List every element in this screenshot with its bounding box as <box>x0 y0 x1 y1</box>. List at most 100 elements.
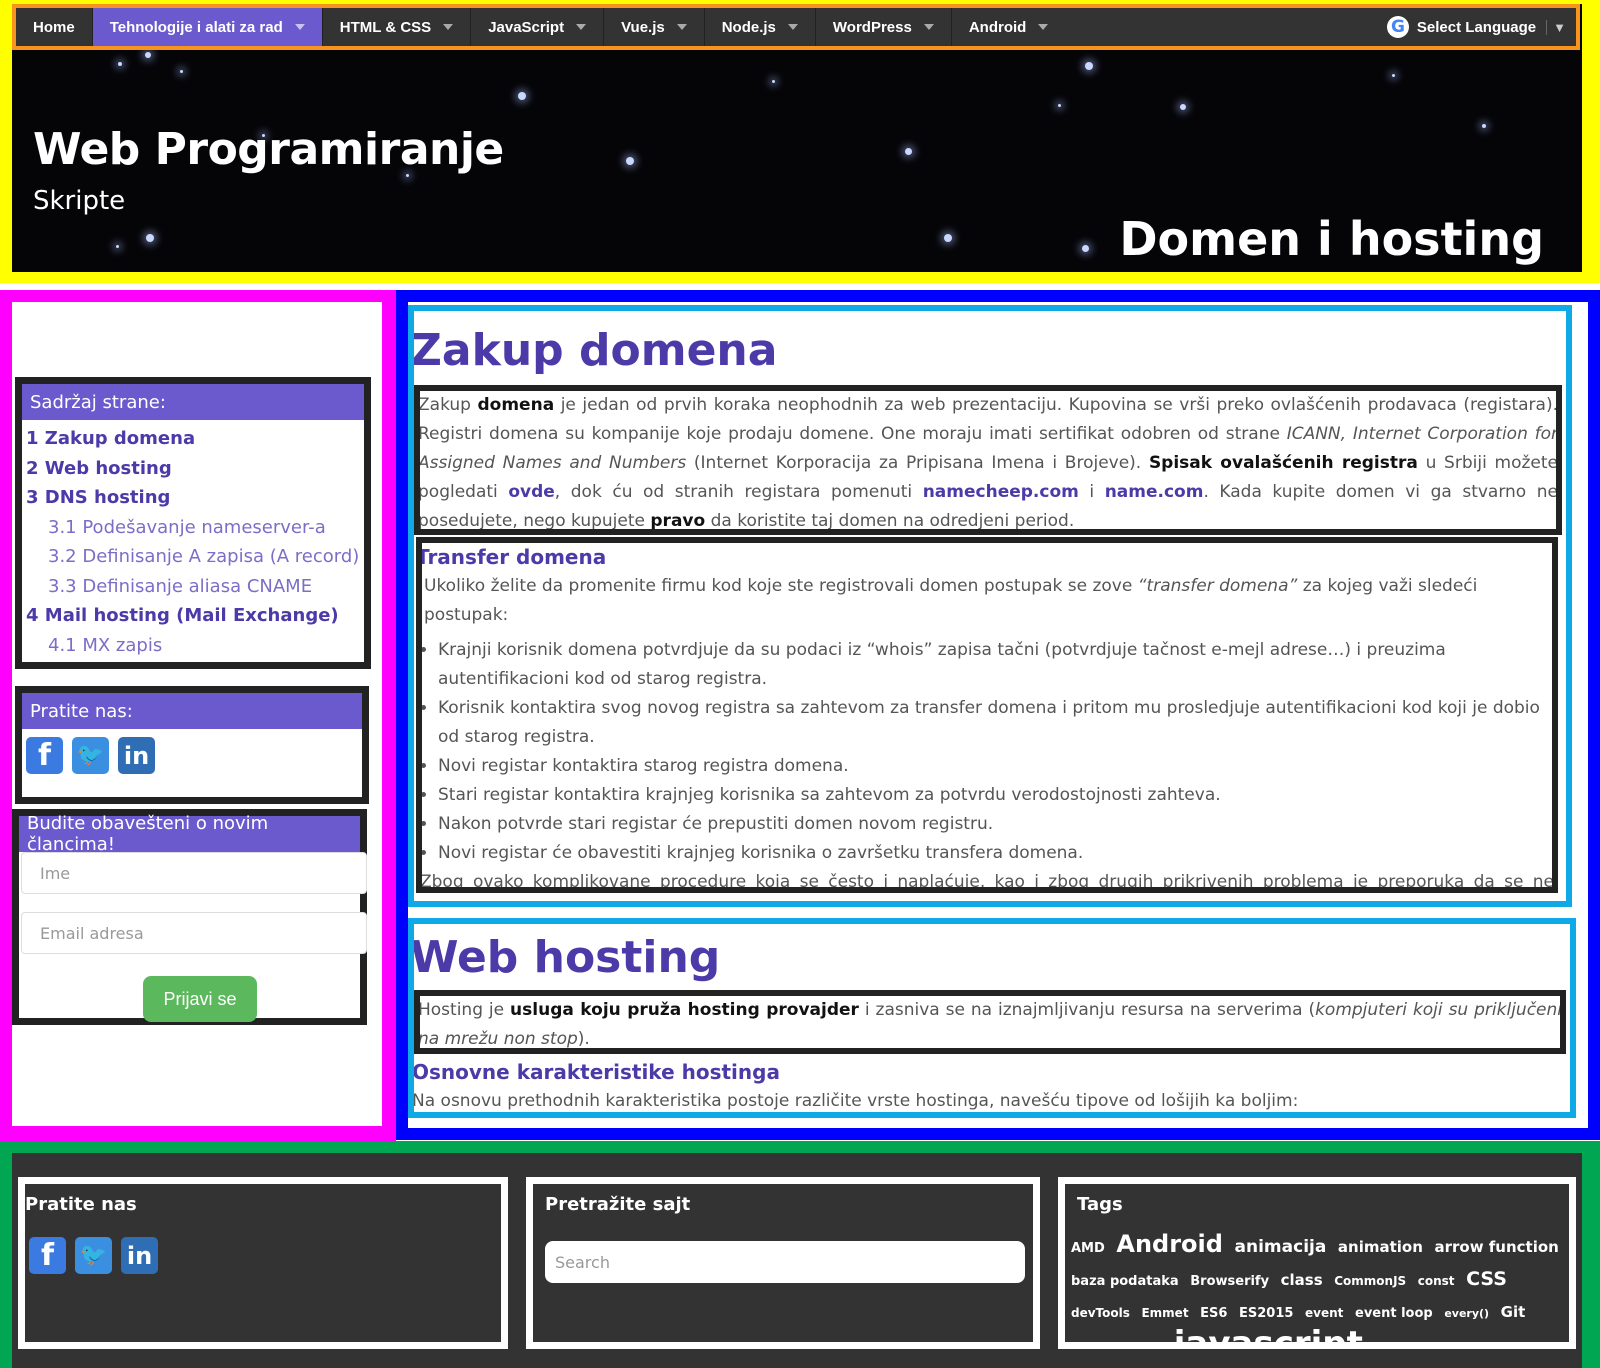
footer-follow-title: Pratite nas <box>25 1194 137 1215</box>
tag-link[interactable]: event loop <box>1355 1306 1433 1321</box>
name-input[interactable]: Ime <box>21 852 367 894</box>
toc-link[interactable]: 3 DNS hosting <box>22 483 364 513</box>
sidebar: Sadržaj strane: 1 Zakup domena 2 Web hos… <box>12 302 382 1126</box>
toc-link[interactable]: 3.2 Definisanje A zapisa (A record) <box>22 542 364 572</box>
nav-item-nodejs[interactable]: Node.js <box>705 8 816 46</box>
transfer-steps-list: Krajnji korisnik domena potvrdjuje da su… <box>422 636 1552 868</box>
footer-search-title: Pretražite sajt <box>545 1194 691 1215</box>
nav-item-javascript[interactable]: JavaScript <box>471 8 605 46</box>
newsletter-widget: Budite obavešteni o novim člancima! Ime … <box>12 809 367 1025</box>
language-label: Select Language <box>1416 18 1537 36</box>
tag-link[interactable]: Grunt <box>1071 1344 1113 1349</box>
chevron-down-icon <box>787 24 798 30</box>
toc-widget: Sadržaj strane: 1 Zakup domena 2 Web hos… <box>15 377 371 669</box>
page-heading: Domen i hosting <box>1119 212 1544 266</box>
tag-link[interactable]: Browserify <box>1190 1274 1269 1289</box>
nav-item-html-css[interactable]: HTML & CSS <box>323 8 472 46</box>
tag-link[interactable]: Heap <box>1124 1344 1162 1349</box>
language-selector[interactable]: G Select Language ▼ <box>1386 8 1576 46</box>
site-footer: Pratite nas f 🐦 in Pretražite sajt Searc… <box>12 1153 1582 1368</box>
tag-link[interactable]: every() <box>1444 1307 1489 1320</box>
social-links: f 🐦 in <box>22 729 362 782</box>
nav-item-label: WordPress <box>832 18 912 36</box>
namecheep-link[interactable]: namecheep.com <box>923 482 1079 502</box>
tag-link[interactable]: map <box>1404 1344 1436 1349</box>
tag-link[interactable]: arrow function <box>1434 1238 1558 1256</box>
chevron-down-icon <box>294 24 305 30</box>
toc-link[interactable]: 3.1 Podešavanje nameserver-a <box>22 513 364 543</box>
star-decoration <box>1082 245 1089 252</box>
tag-link[interactable]: CommonJS <box>1334 1274 1406 1288</box>
toc-link[interactable]: 2 Web hosting <box>22 454 364 484</box>
tag-link[interactable]: AMD <box>1071 1241 1105 1256</box>
star-decoration <box>116 245 119 248</box>
transfer-text-box: Transfer domena Ukoliko želite da promen… <box>416 537 1558 893</box>
header-region: Web Programiranje Skripte Domen i hostin… <box>0 0 1600 283</box>
newsletter-title: Budite obavešteni o novim člancima! <box>19 813 360 855</box>
facebook-icon[interactable]: f <box>26 737 63 774</box>
tag-link[interactable]: animacija <box>1235 1237 1327 1257</box>
follow-title: Pratite nas: <box>22 693 362 729</box>
tag-link[interactable]: Emmet <box>1141 1306 1188 1320</box>
tag-link[interactable]: ES2015 <box>1239 1306 1293 1321</box>
features-block: Osnovne karakteristike hostinga Na osnov… <box>414 1058 1298 1112</box>
tag-link[interactable]: let <box>1374 1344 1392 1349</box>
toc-link[interactable]: 1 Zakup domena <box>22 424 364 454</box>
tag-link[interactable]: ES6 <box>1200 1306 1227 1321</box>
site-title[interactable]: Web Programiranje <box>33 124 504 175</box>
toc-title: Sadržaj strane: <box>22 384 364 420</box>
toc-link[interactable]: 4 Mail hosting (Mail Exchange) <box>22 601 364 631</box>
nav-item-label: Home <box>33 18 75 36</box>
tag-link[interactable]: CSS <box>1466 1268 1507 1290</box>
star-decoration <box>118 62 122 66</box>
section-zakup-domena: Zakup domena Zakup domena je jedan od pr… <box>408 305 1572 907</box>
tag-link[interactable]: Android <box>1116 1230 1223 1258</box>
registry-link[interactable]: ovde <box>508 482 554 502</box>
list-item: Korisnik kontaktira svog novog registra … <box>438 694 1552 752</box>
twitter-icon[interactable]: 🐦 <box>72 737 109 774</box>
nav-region: Home Tehnologije i alati za rad HTML & C… <box>12 4 1580 50</box>
footer-follow: Pratite nas f 🐦 in <box>18 1177 508 1349</box>
toc-link[interactable]: 3.3 Definisanje aliasa CNAME <box>22 572 364 602</box>
facebook-icon[interactable]: f <box>29 1237 66 1274</box>
main-region: Zakup domena Zakup domena je jedan od pr… <box>396 290 1600 1140</box>
star-decoration <box>145 52 151 58</box>
nav-item-tehnologije[interactable]: Tehnologije i alati za rad <box>92 8 323 46</box>
tag-link[interactable]: const <box>1418 1274 1455 1288</box>
email-input[interactable]: Email adresa <box>21 912 367 954</box>
tag-link[interactable]: javascript <box>1174 1324 1363 1342</box>
tag-link[interactable]: baza podataka <box>1071 1274 1179 1289</box>
tag-link[interactable]: event <box>1305 1306 1343 1320</box>
tag-link[interactable]: Git <box>1501 1303 1526 1321</box>
search-input[interactable]: Search <box>545 1241 1025 1283</box>
main-content: Zakup domena Zakup domena je jedan od pr… <box>408 302 1588 1128</box>
nav-item-home[interactable]: Home <box>16 8 93 46</box>
twitter-icon[interactable]: 🐦 <box>75 1237 112 1274</box>
star-decoration <box>626 157 634 165</box>
main-nav: Home Tehnologije i alati za rad HTML & C… <box>16 8 1576 46</box>
section-title: Zakup domena <box>410 325 778 376</box>
tag-link[interactable]: animation <box>1338 1238 1423 1256</box>
footer-tags: Tags AMD Android animacija animation arr… <box>1058 1177 1576 1349</box>
star-decoration <box>905 148 912 155</box>
tag-link[interactable]: class <box>1281 1271 1323 1289</box>
toc-link[interactable]: 4.1 MX zapis <box>22 631 364 661</box>
linkedin-icon[interactable]: in <box>118 737 155 774</box>
transfer-intro: Ukoliko želite da promenite firmu kod ko… <box>424 576 1478 625</box>
section-web-hosting: Web hosting Hosting je usluga koju pruža… <box>408 918 1576 1118</box>
tag-link[interactable]: devTools <box>1071 1306 1130 1320</box>
chevron-down-icon <box>676 24 687 30</box>
subscribe-button[interactable]: Prijavi se <box>143 976 257 1022</box>
linkedin-icon[interactable]: in <box>121 1237 158 1274</box>
section-title: Web hosting <box>410 932 721 983</box>
namecom-link[interactable]: name.com <box>1105 482 1204 502</box>
hosting-paragraph: Hosting je usluga koju pruža hosting pro… <box>418 1000 1562 1049</box>
nav-item-android[interactable]: Android <box>952 8 1066 46</box>
star-decoration <box>1180 104 1186 110</box>
nav-item-wordpress[interactable]: WordPress <box>816 8 952 46</box>
footer-tags-title: Tags <box>1077 1194 1123 1215</box>
nav-item-label: Android <box>968 18 1027 36</box>
nav-item-label: Tehnologije i alati za rad <box>109 18 283 36</box>
star-decoration <box>944 234 952 242</box>
nav-item-vuejs[interactable]: Vue.js <box>604 8 705 46</box>
